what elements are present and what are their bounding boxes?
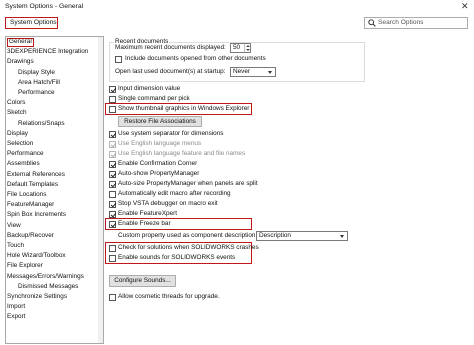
- english-menus-checkbox[interactable]: [109, 141, 116, 148]
- tree-item[interactable]: File Explorer: [7, 262, 43, 270]
- tree-item[interactable]: Drawings: [7, 58, 34, 66]
- show-thumbnail-checkbox[interactable]: [109, 106, 116, 113]
- tree-item[interactable]: File Locations: [7, 191, 46, 199]
- tree-item[interactable]: Hole Wizard/Toolbox: [7, 252, 66, 260]
- tree-item[interactable]: Export: [7, 313, 25, 321]
- custom-property-value: Description: [259, 232, 291, 239]
- include-documents-label: Include documents opened from other docu…: [125, 55, 266, 62]
- tree-item[interactable]: Messages/Errors/Warnings: [7, 273, 84, 281]
- allow-cosmetic-label: Allow cosmetic threads for upgrade.: [118, 293, 220, 300]
- open-last-value: Never: [233, 68, 251, 75]
- tree-item[interactable]: Sketch: [7, 109, 27, 117]
- system-separator-label: Use system separator for dimensions: [118, 130, 224, 137]
- search-input[interactable]: Search Options: [378, 19, 423, 26]
- tree-item[interactable]: Performance: [18, 89, 55, 97]
- allow-cosmetic-checkbox[interactable]: [109, 294, 116, 301]
- window-title: System Options - General: [5, 3, 84, 10]
- freeze-bar-label: Enable Freeze bar: [118, 220, 171, 227]
- tree-item[interactable]: Area Hatch/Fill: [18, 79, 60, 87]
- stop-vsta-checkbox[interactable]: [109, 201, 116, 208]
- auto-edit-macro-label: Automatically edit macro after recording: [118, 190, 231, 197]
- auto-size-pm-label: Auto-size PropertyManager when panels ar…: [118, 180, 258, 187]
- english-menus-label: Use English language menus: [118, 140, 202, 147]
- stop-vsta-label: Stop VSTA debugger on macro exit: [118, 200, 218, 207]
- tree-item[interactable]: Assemblies: [7, 160, 40, 168]
- tree-scrollbar[interactable]: [98, 37, 103, 343]
- check-solutions-checkbox[interactable]: [109, 245, 116, 252]
- chevron-down-icon: [268, 71, 272, 74]
- single-command-checkbox[interactable]: [109, 96, 116, 103]
- custom-property-label: Custom property used as component descri…: [118, 232, 258, 239]
- auto-show-pm-label: Auto-show PropertyManager: [118, 170, 200, 177]
- tree-item[interactable]: FeatureManager: [7, 201, 54, 209]
- tree-item[interactable]: Colors: [7, 99, 25, 107]
- title-bar: System Options - General ✕: [0, 0, 474, 14]
- tree-item[interactable]: Display Style: [18, 69, 55, 77]
- tree-item[interactable]: External References: [7, 171, 65, 179]
- check-solutions-label: Check for solutions when SOLIDWORKS cras…: [118, 244, 259, 251]
- options-tree: General 3DEXPERIENCE Integration Drawings D…: [5, 36, 104, 344]
- close-icon[interactable]: ✕: [461, 1, 469, 12]
- tree-item[interactable]: Spin Box Increments: [7, 211, 66, 219]
- open-last-dropdown[interactable]: Never: [230, 67, 276, 77]
- spin-arrows-icon[interactable]: [244, 44, 250, 52]
- auto-show-pm-checkbox[interactable]: [109, 171, 116, 178]
- english-feature-label: Use English language feature and file na…: [118, 150, 246, 157]
- featurexpert-label: Enable FeatureXpert: [118, 210, 177, 217]
- freeze-bar-checkbox[interactable]: [109, 221, 116, 228]
- tree-item[interactable]: Import: [7, 303, 25, 311]
- max-recent-value: 50: [233, 44, 241, 51]
- tab-system-options[interactable]: System Options: [5, 17, 58, 29]
- search-box[interactable]: Search Options: [364, 17, 468, 29]
- tree-item[interactable]: Performance: [7, 150, 44, 158]
- show-thumbnail-label: Show thumbnail graphics in Windows Explo…: [118, 105, 250, 112]
- restore-file-associations-button[interactable]: Restore File Associations: [118, 116, 202, 127]
- general-options-panel: Recent documents Maximum recent document…: [104, 36, 474, 344]
- include-documents-checkbox[interactable]: [115, 56, 122, 63]
- tree-item[interactable]: View: [7, 222, 21, 230]
- max-recent-label: Maximum recent documents displayed:: [115, 44, 226, 51]
- tree-item[interactable]: 3DEXPERIENCE Integration: [7, 48, 88, 56]
- tree-item[interactable]: Default Templates: [7, 181, 58, 189]
- auto-edit-macro-checkbox[interactable]: [109, 191, 116, 198]
- tree-item[interactable]: Backup/Recover: [7, 232, 54, 240]
- enable-sounds-label: Enable sounds for SOLIDWORKS events: [118, 254, 236, 261]
- tree-item[interactable]: Selection: [7, 140, 33, 148]
- input-dimension-checkbox[interactable]: [109, 86, 116, 93]
- tree-item[interactable]: Synchronize Settings: [7, 293, 67, 301]
- tree-item[interactable]: Relations/Snaps: [18, 120, 65, 128]
- configure-sounds-button[interactable]: Configure Sounds...: [109, 275, 176, 287]
- tree-item[interactable]: Touch: [7, 242, 24, 250]
- system-separator-checkbox[interactable]: [109, 131, 116, 138]
- max-recent-spinbox[interactable]: 50: [230, 43, 251, 53]
- input-dimension-label: Input dimension value: [118, 85, 181, 92]
- confirmation-corner-label: Enable Confirmation Corner: [118, 160, 198, 167]
- english-feature-checkbox[interactable]: [109, 151, 116, 158]
- single-command-label: Single command per pick: [118, 95, 190, 102]
- search-icon: [368, 19, 376, 27]
- auto-size-pm-checkbox[interactable]: [109, 181, 116, 188]
- custom-property-dropdown[interactable]: Description: [256, 231, 348, 241]
- tree-item[interactable]: Display: [7, 130, 28, 138]
- enable-sounds-checkbox[interactable]: [109, 255, 116, 262]
- confirmation-corner-checkbox[interactable]: [109, 161, 116, 168]
- chevron-down-icon: [340, 235, 344, 238]
- tree-item[interactable]: Dismissed Messages: [18, 283, 78, 291]
- tree-item[interactable]: General: [7, 38, 34, 47]
- open-last-label: Open last used document(s) at startup:: [115, 68, 226, 75]
- featurexpert-checkbox[interactable]: [109, 211, 116, 218]
